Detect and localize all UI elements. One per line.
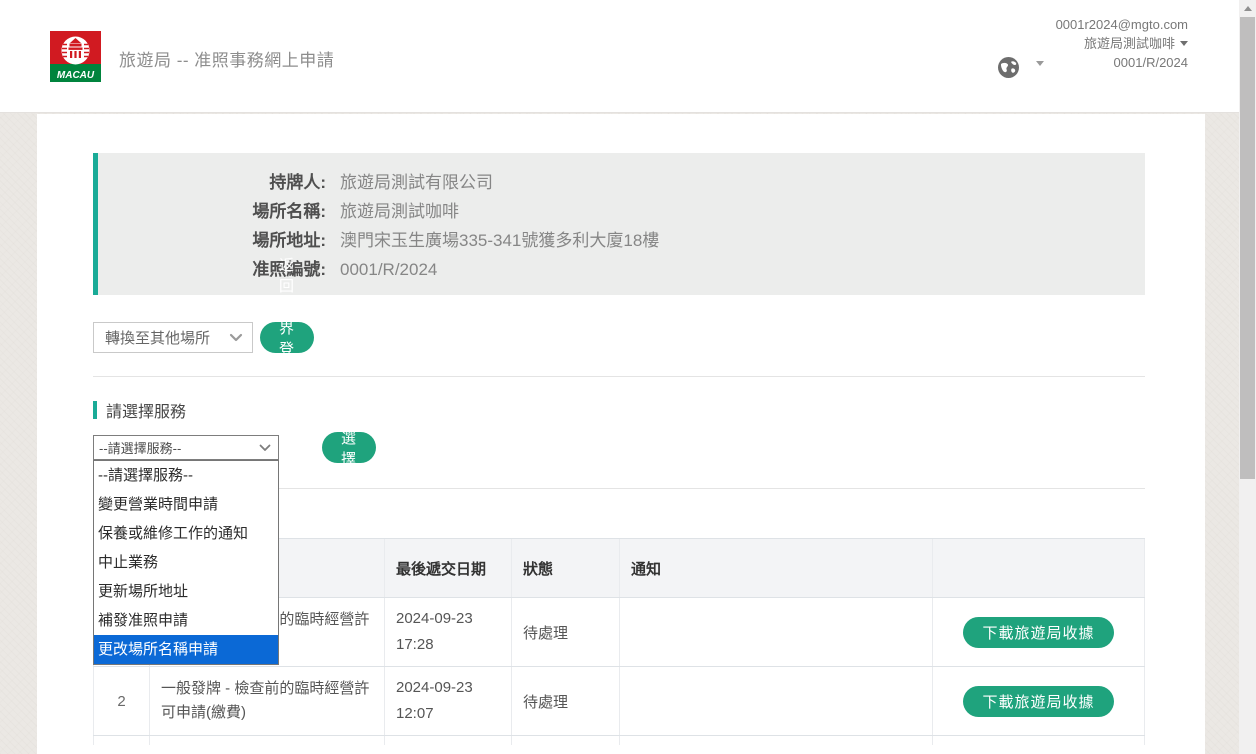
service-dropdown-option[interactable]: 補發准照申請 <box>94 606 278 635</box>
page-title: 旅遊局 -- 准照事務網上申請 <box>119 46 334 71</box>
status-text: 待處理 <box>512 598 620 666</box>
action-cell: 下載旅遊局收據 <box>933 667 1145 735</box>
column-header-action <box>933 539 1145 597</box>
licence-info-value: 0001/R/2024 <box>340 255 437 284</box>
account-email: 0001r2024@mgto.com <box>1056 15 1188 34</box>
service-section-heading: 請選擇服務 <box>93 398 186 422</box>
row-number: 2 <box>93 667 150 735</box>
actions-row: 轉換至其他場所 返回業界登入系統 <box>93 322 253 354</box>
table-row-partial <box>93 736 1145 745</box>
switch-establishment-button[interactable]: 轉換至其他場所 <box>93 322 253 353</box>
svg-text:MACAU: MACAU <box>57 70 95 81</box>
header: MACAU 旅遊局 -- 准照事務網上申請 0001r2024@mgto.com… <box>0 0 1256 113</box>
licence-info-value: 澳門宋玉生廣場335-341號獲多利大廈18樓 <box>340 226 659 255</box>
licence-info-row: 場所名稱: 旅遊局測試咖啡 <box>98 197 1145 226</box>
submit-date: 2024-09-23 12:07 <box>385 667 512 735</box>
globe-icon <box>997 56 1020 79</box>
licence-info-label: 場所名稱: <box>98 197 326 226</box>
column-header-notification: 通知 <box>620 539 933 597</box>
triangle-up-icon <box>1244 6 1252 11</box>
service-select[interactable]: --請選擇服務-- <box>93 435 279 460</box>
licence-info-label: 場所地址: <box>98 226 326 255</box>
main-content: 持牌人: 旅遊局測試有限公司 場所名稱: 旅遊局測試咖啡 場所地址: 澳門宋玉生… <box>37 114 1205 754</box>
establishment-switcher[interactable]: 旅遊局測試咖啡 <box>1056 34 1188 53</box>
service-section-title: 請選擇服務 <box>106 398 186 422</box>
account-info: 0001r2024@mgto.com 旅遊局測試咖啡 0001/R/2024 <box>1056 15 1188 72</box>
choose-service-button[interactable]: 選擇 <box>322 432 376 463</box>
licence-info-value: 旅遊局測試咖啡 <box>340 197 459 226</box>
service-dropdown-option[interactable]: 中止業務 <box>94 548 278 577</box>
licensing-portal-page: MACAU 旅遊局 -- 准照事務網上申請 0001r2024@mgto.com… <box>0 0 1256 754</box>
service-dropdown-option[interactable]: 保養或維修工作的通知 <box>94 519 278 548</box>
licence-info-row: 持牌人: 旅遊局測試有限公司 <box>98 168 1145 197</box>
submit-date: 2024-09-23 17:28 <box>385 598 512 666</box>
back-to-portal-button[interactable]: 返回業界登入系統 <box>260 322 314 353</box>
licence-info-row: 場所地址: 澳門宋玉生廣場335-341號獲多利大廈18樓 <box>98 226 1145 255</box>
chevron-down-icon <box>1036 61 1044 66</box>
action-cell: 下載旅遊局收據 <box>933 598 1145 666</box>
notification-cell <box>620 667 933 735</box>
service-dropdown-option[interactable]: 更新場所地址 <box>94 577 278 606</box>
licence-info-label: 持牌人: <box>98 168 326 197</box>
table-row: 2 一般發牌 - 檢查前的臨時經營許可申請(繳費) 2024-09-23 12:… <box>93 667 1145 736</box>
scrollbar-thumb[interactable] <box>1240 17 1255 479</box>
service-dropdown-option[interactable]: --請選擇服務-- <box>94 461 278 490</box>
licence-number: 0001/R/2024 <box>1056 53 1188 72</box>
licence-info-panel: 持牌人: 旅遊局測試有限公司 場所名稱: 旅遊局測試咖啡 場所地址: 澳門宋玉生… <box>93 153 1145 295</box>
scrollbar-up-button[interactable] <box>1239 0 1256 17</box>
notification-cell <box>620 598 933 666</box>
chevron-down-icon <box>259 444 271 452</box>
download-receipt-button[interactable]: 下載旅遊局收據 <box>963 686 1113 717</box>
chevron-down-icon <box>1180 41 1188 46</box>
service-dropdown-option[interactable]: 變更營業時間申請 <box>94 490 278 519</box>
mgto-logo-icon: MACAU <box>50 31 101 82</box>
service-name: 一般發牌 - 檢查前的臨時經營許可申請(繳費) <box>150 667 385 735</box>
service-dropdown-list: --請選擇服務-- 變更營業時間申請 保養或維修工作的通知 中止業務 更新場所地… <box>93 460 279 665</box>
licence-info-value: 旅遊局測試有限公司 <box>340 168 493 197</box>
download-receipt-button[interactable]: 下載旅遊局收據 <box>963 617 1113 648</box>
status-text: 待處理 <box>512 667 620 735</box>
service-select-value: --請選擇服務-- <box>99 438 181 457</box>
vertical-scrollbar[interactable] <box>1239 0 1256 754</box>
establishment-name: 旅遊局測試咖啡 <box>1084 36 1175 51</box>
switch-establishment-label: 轉換至其他場所 <box>105 327 210 348</box>
service-dropdown-option[interactable]: 更改場所名稱申請 <box>94 635 278 664</box>
heading-accent-bar <box>93 401 97 419</box>
column-header-date: 最後遞交日期 <box>385 539 512 597</box>
language-menu-button[interactable] <box>997 56 1057 82</box>
licence-info-row: 准照編號: 0001/R/2024 <box>98 255 1145 284</box>
chevron-down-icon <box>229 333 243 342</box>
column-header-status: 狀態 <box>512 539 620 597</box>
divider <box>93 376 1145 377</box>
